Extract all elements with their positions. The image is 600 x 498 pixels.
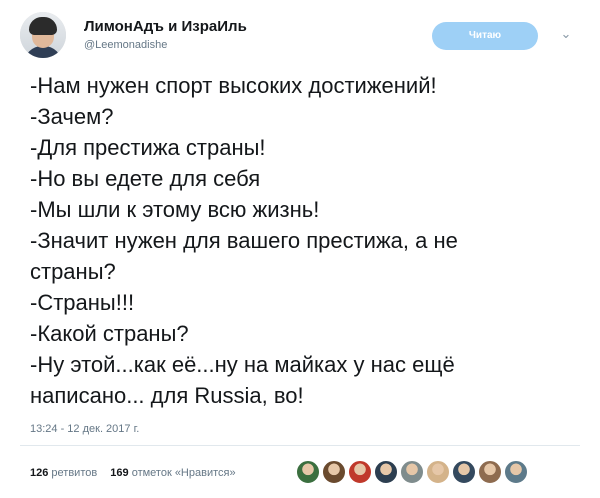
tweet-line: -Но вы едете для себя	[30, 166, 261, 191]
tweet-timestamp[interactable]: 13:24 - 12 дек. 2017 г.	[30, 423, 139, 435]
liker-avatar[interactable]	[322, 460, 346, 484]
liker-avatar[interactable]	[296, 460, 320, 484]
divider	[20, 445, 580, 446]
display-name[interactable]: ЛимонАдъ и ИзраИль	[84, 18, 247, 35]
avatar[interactable]	[20, 12, 66, 58]
likes-count: 169	[110, 467, 129, 479]
liker-avatar[interactable]	[478, 460, 502, 484]
tweet-line: -Нам нужен спорт высоких достижений!	[30, 73, 437, 98]
tweet-line: страны?	[30, 259, 116, 284]
tweet-line: -Ну этой...как её...ну на майках у нас е…	[30, 352, 455, 377]
tweet-stats: 126 ретвитов 169 отметок «Нравится»	[30, 467, 236, 479]
follow-button[interactable]: Читаю	[432, 22, 538, 50]
liker-avatar[interactable]	[426, 460, 450, 484]
tweet-line: -Какой страны?	[30, 321, 189, 346]
liker-avatar[interactable]	[504, 460, 528, 484]
chevron-down-icon[interactable]: ⌄	[558, 26, 574, 42]
likes-stat[interactable]: 169 отметок «Нравится»	[110, 467, 235, 479]
tweet-header: ЛимонАдъ и ИзраИль @Leemonadishe Читаю ⌄	[20, 12, 580, 62]
liker-avatar[interactable]	[374, 460, 398, 484]
tweet-line: -Значит нужен для вашего престижа, а не	[30, 228, 458, 253]
retweets-stat[interactable]: 126 ретвитов	[30, 467, 97, 479]
liker-avatar[interactable]	[400, 460, 424, 484]
tweet-line: -Страны!!!	[30, 290, 135, 315]
retweets-label: ретвитов	[51, 467, 98, 479]
tweet-line: -Для престижа страны!	[30, 135, 266, 160]
liker-avatar[interactable]	[452, 460, 476, 484]
tweet-line: написано... для Russia, во!	[30, 383, 304, 408]
tweet-line: -Мы шли к этому всю жизнь!	[30, 197, 320, 222]
likes-label: отметок «Нравится»	[131, 467, 236, 479]
user-handle[interactable]: @Leemonadishe	[84, 39, 167, 51]
tweet-line: -Зачем?	[30, 104, 114, 129]
tweet-text: -Нам нужен спорт высоких достижений! -За…	[30, 70, 578, 411]
retweets-count: 126	[30, 467, 49, 479]
liker-avatar[interactable]	[348, 460, 372, 484]
